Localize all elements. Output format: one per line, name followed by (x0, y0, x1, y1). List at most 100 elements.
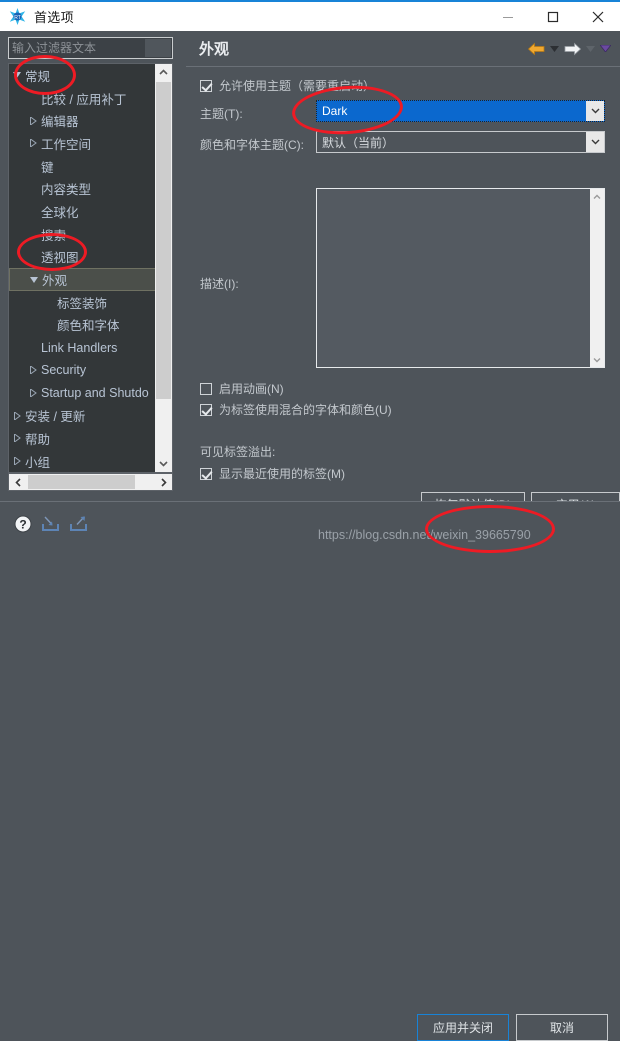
twisty-collapsed-icon[interactable] (25, 116, 41, 125)
cancel-label: 取消 (549, 1021, 574, 1035)
description-scrollbar[interactable] (590, 189, 604, 367)
filter-box[interactable]: 输入过滤器文本 (8, 37, 173, 59)
sidebar-item-4[interactable]: 键 (9, 155, 156, 178)
filter-input[interactable]: 输入过滤器文本 (12, 40, 144, 56)
dialog-content: 输入过滤器文本 常规 比较 / 应用补丁 编辑器 工作空间键内容类型 全球化 搜索 透视图外… (0, 31, 620, 517)
maximize-icon[interactable] (530, 2, 575, 31)
show-recent-tabs-checkbox[interactable] (200, 467, 212, 480)
tree-vertical-scrollbar[interactable] (155, 64, 172, 472)
sidebar-item-3[interactable]: 工作空间 (9, 132, 156, 155)
twisty-expanded-icon[interactable] (9, 71, 25, 79)
theme-chevron-down-icon[interactable] (586, 101, 604, 121)
sidebar-item-label: 全球化 (41, 205, 79, 220)
sidebar-item-0[interactable]: 常规 (9, 64, 156, 87)
description-scroll-down-icon[interactable] (590, 352, 604, 367)
description-label: 描述(I): (200, 277, 239, 291)
color-font-theme-value: 默认（当前） (322, 135, 395, 150)
sidebar-item-label: 键 (41, 160, 54, 175)
color-font-theme-chevron-down-icon[interactable] (586, 132, 604, 152)
preferences-dialog: RT 首选项 输入过滤器文本 常规 比较 / 应用补丁 编辑器 工作空间 键 内… (0, 0, 620, 1041)
twisty-expanded-icon[interactable] (26, 276, 42, 284)
view-menu-caret-icon[interactable] (600, 45, 611, 52)
title-bar-left: RT 首选项 (0, 7, 74, 26)
export-icon[interactable] (69, 515, 88, 536)
mixed-fonts-colors-checkbox[interactable] (200, 403, 212, 416)
sidebar-item-label: 安装 / 更新 (25, 410, 86, 425)
sidebar-item-label: 常规 (25, 69, 51, 84)
scroll-right-icon[interactable] (154, 474, 172, 490)
twisty-collapsed-icon[interactable] (25, 388, 41, 397)
back-arrow-icon[interactable] (528, 42, 545, 56)
twisty-collapsed-icon[interactable] (9, 434, 25, 443)
close-icon[interactable] (575, 2, 620, 31)
page-title: 外观 (199, 41, 230, 58)
sidebar-item-label: 颜色和字体 (57, 319, 120, 334)
sidebar-item-6[interactable]: 全球化 (9, 200, 156, 223)
sidebar-item-17[interactable]: 小组 (9, 450, 156, 472)
sidebar-item-5[interactable]: 内容类型 (9, 177, 156, 200)
cancel-button[interactable]: 取消 (516, 1014, 608, 1041)
filter-clear-button[interactable] (145, 39, 171, 57)
title-bar: RT 首选项 (0, 0, 620, 31)
sidebar-item-2[interactable]: 编辑器 (9, 109, 156, 132)
tree-scroll-thumb[interactable] (156, 82, 171, 399)
enable-theming-row[interactable]: 允许使用主题（需要重启动） (200, 77, 375, 94)
sidebar-item-8[interactable]: 透视图 (9, 246, 156, 269)
twisty-collapsed-icon[interactable] (9, 457, 25, 466)
sidebar-item-label: Link Handlers (41, 340, 118, 355)
tree-hscroll-thumb[interactable] (28, 475, 135, 489)
sidebar-item-10[interactable]: 标签装饰 (9, 291, 156, 314)
panel-header: 外观 (186, 31, 620, 67)
scroll-left-icon[interactable] (9, 474, 27, 490)
sidebar-item-15[interactable]: 安装 / 更新 (9, 404, 156, 427)
watermark-text: https://blog.csdn.net/weixin_39665790 (318, 528, 531, 542)
sidebar-item-14[interactable]: Startup and Shutdo (9, 382, 156, 405)
preferences-tree[interactable]: 常规比较 / 应用补丁编辑器工作空间键内容类型全球化搜索透视图 外观标签装饰颜色和… (8, 63, 173, 473)
color-font-theme-combobox[interactable]: 默认（当前） (316, 131, 605, 153)
sidebar-item-label: 小组 (25, 455, 51, 470)
scroll-up-icon[interactable] (155, 64, 172, 81)
sidebar-item-12[interactable]: Link Handlers (9, 336, 156, 359)
description-textarea[interactable] (316, 188, 605, 368)
scroll-down-icon[interactable] (155, 455, 172, 472)
forward-arrow-icon[interactable] (564, 42, 581, 56)
enable-animations-checkbox[interactable] (200, 382, 212, 395)
show-recent-tabs-row[interactable]: 显示最近使用的标签(M) (200, 465, 345, 482)
sidebar-item-label: 搜索 (41, 228, 67, 243)
description-scroll-up-icon[interactable] (590, 189, 604, 204)
enable-animations-row[interactable]: 启用动画(N) (200, 380, 284, 397)
sidebar-item-label: 标签装饰 (57, 296, 108, 311)
sidebar-item-16[interactable]: 帮助 (9, 427, 156, 450)
sidebar-item-9[interactable]: 外观 (9, 268, 156, 291)
minimize-icon[interactable] (485, 2, 530, 31)
sidebar-item-1[interactable]: 比较 / 应用补丁 (9, 87, 156, 110)
import-icon[interactable] (41, 515, 60, 536)
tree-rows: 常规比较 / 应用补丁编辑器工作空间键内容类型全球化搜索透视图 外观标签装饰颜色和… (9, 64, 156, 472)
theme-combobox[interactable]: Dark (316, 100, 605, 122)
sidebar-item-label: 编辑器 (41, 115, 79, 130)
twisty-collapsed-icon[interactable] (9, 411, 25, 420)
enable-animations-label: 启用动画(N) (219, 382, 284, 396)
apply-and-close-button[interactable]: 应用并关闭 (417, 1014, 509, 1041)
mixed-fonts-colors-row[interactable]: 为标签使用混合的字体和颜色(U) (200, 401, 392, 418)
apply-and-close-label: 应用并关闭 (432, 1021, 493, 1035)
color-font-theme-label: 颜色和字体主题(C): (200, 138, 304, 152)
twisty-collapsed-icon[interactable] (25, 366, 41, 375)
twisty-collapsed-icon[interactable] (25, 139, 41, 148)
sidebar-item-7[interactable]: 搜索 (9, 223, 156, 246)
sidebar-item-11[interactable]: 颜色和字体 (9, 314, 156, 337)
appearance-panel: 外观 允许使用主题（需要重启动） 主题(T): Dark 颜色和字体主题(C):… (186, 31, 620, 517)
back-dropdown-caret-icon[interactable] (547, 45, 562, 52)
svg-text:?: ? (19, 518, 26, 532)
sidebar-item-13[interactable]: Security (9, 359, 156, 382)
tree-horizontal-scrollbar[interactable] (8, 473, 173, 491)
help-icon[interactable]: ? (14, 515, 32, 536)
enable-theming-checkbox[interactable] (200, 79, 212, 92)
